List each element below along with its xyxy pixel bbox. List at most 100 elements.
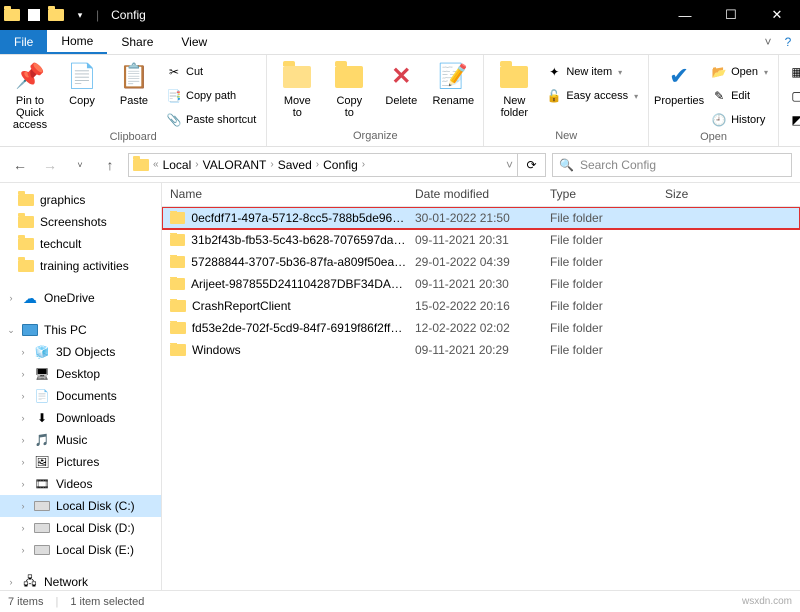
breadcrumb-item[interactable]: Config›: [323, 158, 365, 172]
group-label: Clipboard: [6, 131, 260, 145]
file-row[interactable]: Arijeet-987855D241104287DBF34DA6F4...09-…: [162, 273, 800, 295]
paste-button[interactable]: 📋 Paste: [110, 57, 158, 107]
breadcrumb-item[interactable]: Saved›: [278, 158, 319, 172]
properties-button[interactable]: ✔Properties: [655, 57, 703, 107]
copy-button[interactable]: 📄 Copy: [58, 57, 106, 107]
nav-this-pc[interactable]: ⌄This PC: [0, 319, 161, 341]
select-all-button[interactable]: ▦Select all: [785, 61, 800, 83]
nav-item[interactable]: ›🧊3D Objects: [0, 341, 161, 363]
nav-network[interactable]: ›🖧Network: [0, 571, 161, 590]
nav-item[interactable]: graphics: [0, 189, 161, 211]
easy-access-button[interactable]: 🔓Easy access▾: [542, 85, 642, 107]
history-button[interactable]: 🕘History: [707, 109, 772, 131]
col-type[interactable]: Type: [542, 183, 657, 206]
history-icon: 🕘: [711, 112, 727, 128]
nav-item[interactable]: ›🖼Pictures: [0, 451, 161, 473]
file-row[interactable]: CrashReportClient15-02-2022 20:16File fo…: [162, 295, 800, 317]
nav-item[interactable]: ›⬇Downloads: [0, 407, 161, 429]
refresh-button[interactable]: ⟳: [518, 153, 546, 177]
title-bar: ▾ | Config — ☐ ✕: [0, 0, 800, 30]
help-icon[interactable]: ?: [776, 30, 800, 54]
folder-icon: [170, 256, 185, 268]
minimize-button[interactable]: —: [662, 0, 708, 30]
breadcrumb-item[interactable]: Local›: [163, 158, 199, 172]
nav-item[interactable]: Screenshots: [0, 211, 161, 233]
new-folder-button[interactable]: New folder: [490, 57, 538, 119]
qat-item[interactable]: [28, 9, 40, 21]
file-row[interactable]: 0ecfdf71-497a-5712-8cc5-788b5de9652...30…: [162, 207, 800, 229]
rename-button[interactable]: 📝Rename: [429, 57, 477, 107]
group-select: ▦Select all ▢Select none ◩Invert selecti…: [779, 55, 800, 146]
back-button[interactable]: ←: [8, 153, 32, 177]
file-list[interactable]: 0ecfdf71-497a-5712-8cc5-788b5de9652...30…: [162, 207, 800, 590]
select-none-button[interactable]: ▢Select none: [785, 85, 800, 107]
file-row[interactable]: 57288844-3707-5b36-87fa-a809f50ea9b...29…: [162, 251, 800, 273]
copy-path-button[interactable]: 📑Copy path: [162, 85, 260, 107]
nav-item[interactable]: ›🖥Desktop: [0, 363, 161, 385]
nav-item[interactable]: ›🎞Videos: [0, 473, 161, 495]
breadcrumb-item[interactable]: VALORANT›: [203, 158, 274, 172]
file-row[interactable]: Windows09-11-2021 20:29File folder: [162, 339, 800, 361]
file-row[interactable]: fd53e2de-702f-5cd9-84f7-6919f86f2ff0-...…: [162, 317, 800, 339]
copy-icon: 📄: [66, 61, 98, 93]
new-item-button[interactable]: ✦New item▾: [542, 61, 642, 83]
invert-selection-button[interactable]: ◩Invert selection: [785, 109, 800, 131]
tab-view[interactable]: View: [167, 30, 221, 54]
col-date[interactable]: Date modified: [407, 183, 542, 206]
tab-home[interactable]: Home: [47, 30, 107, 54]
rename-icon: 📝: [437, 61, 469, 93]
easy-access-icon: 🔓: [546, 88, 562, 104]
close-button[interactable]: ✕: [754, 0, 800, 30]
group-new: New folder ✦New item▾ 🔓Easy access▾ New: [484, 55, 649, 146]
column-headers[interactable]: Name Date modified Type Size: [162, 183, 800, 207]
search-input[interactable]: 🔍 Search Config: [552, 153, 792, 177]
pin-to-quick-access-button[interactable]: 📌 Pin to Quick access: [6, 57, 54, 131]
edit-button[interactable]: ✎Edit: [707, 85, 772, 107]
tab-file[interactable]: File: [0, 30, 47, 54]
select-all-icon: ▦: [789, 64, 800, 80]
folder-icon: [170, 234, 185, 246]
paste-shortcut-button[interactable]: 📎Paste shortcut: [162, 109, 260, 131]
folder-icon: [4, 7, 20, 23]
open-button[interactable]: 📂Open▾: [707, 61, 772, 83]
nav-item-selected[interactable]: ›Local Disk (C:): [0, 495, 161, 517]
maximize-button[interactable]: ☐: [708, 0, 754, 30]
new-item-icon: ✦: [546, 64, 562, 80]
nav-item[interactable]: training activities: [0, 255, 161, 277]
nav-item[interactable]: ›🎵Music: [0, 429, 161, 451]
pc-icon: [22, 322, 38, 338]
edit-icon: ✎: [711, 88, 727, 104]
file-row[interactable]: 31b2f43b-fb53-5c43-b628-7076597dabb...09…: [162, 229, 800, 251]
search-placeholder: Search Config: [580, 158, 656, 172]
copy-to-button[interactable]: Copy to: [325, 57, 373, 119]
ribbon-tabs: File Home Share View ˅ ?: [0, 30, 800, 55]
group-label: New: [490, 130, 642, 144]
delete-button[interactable]: ✕Delete: [377, 57, 425, 107]
folder-icon: [170, 278, 185, 290]
col-size[interactable]: Size: [657, 183, 800, 206]
navigation-pane[interactable]: graphics Screenshots techcult training a…: [0, 183, 162, 590]
nav-item[interactable]: ›Local Disk (E:): [0, 539, 161, 561]
drive-icon: [34, 498, 50, 514]
invert-icon: ◩: [789, 112, 800, 128]
address-dropdown-icon[interactable]: ˅: [506, 158, 513, 172]
group-organize: Move to Copy to ✕Delete 📝Rename Organize: [267, 55, 484, 146]
paste-icon: 📋: [118, 61, 150, 93]
nav-item[interactable]: ›📄Documents: [0, 385, 161, 407]
up-button[interactable]: ↑: [98, 153, 122, 177]
qat-dropdown-icon[interactable]: ▾: [72, 7, 88, 23]
recent-button[interactable]: ˅: [68, 153, 92, 177]
new-folder-icon: [498, 61, 530, 93]
move-to-button[interactable]: Move to: [273, 57, 321, 119]
col-name[interactable]: Name: [162, 183, 407, 206]
nav-item[interactable]: techcult: [0, 233, 161, 255]
group-open: ✔Properties 📂Open▾ ✎Edit 🕘History Open: [649, 55, 779, 146]
ribbon-collapse-icon[interactable]: ˅: [760, 30, 776, 54]
address-bar[interactable]: « Local› VALORANT› Saved› Config› ˅: [128, 153, 518, 177]
tab-share[interactable]: Share: [107, 30, 167, 54]
nav-onedrive[interactable]: ›☁OneDrive: [0, 287, 161, 309]
forward-button[interactable]: →: [38, 153, 62, 177]
cut-button[interactable]: ✂Cut: [162, 61, 260, 83]
delete-icon: ✕: [385, 61, 417, 93]
nav-item[interactable]: ›Local Disk (D:): [0, 517, 161, 539]
